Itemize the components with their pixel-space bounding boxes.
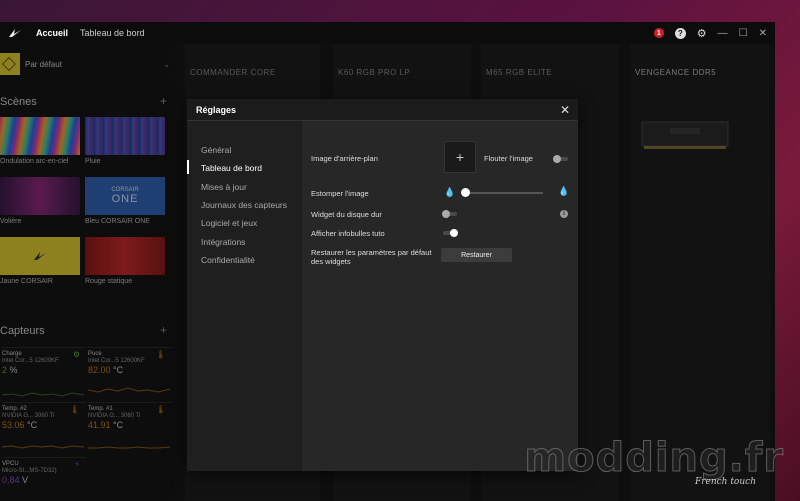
title-bar: Accueil Tableau de bord 1 ? ⚙ — ☐ ✕ bbox=[0, 22, 775, 44]
nav-item-confidentialite[interactable]: Confidentialité bbox=[201, 255, 255, 265]
disk-widget-toggle[interactable] bbox=[442, 210, 457, 218]
plus-icon: + bbox=[455, 149, 465, 165]
tooltips-label: Afficher infobulles tuto bbox=[311, 229, 385, 238]
toggle-knob bbox=[450, 229, 458, 237]
nav-item-tableau-de-bord[interactable]: Tableau de bord bbox=[201, 163, 262, 173]
nav-item-journaux-capteurs[interactable]: Journaux des capteurs bbox=[201, 200, 287, 210]
nav-item-logiciel-jeux[interactable]: Logiciel et jeux bbox=[201, 218, 257, 228]
info-icon[interactable]: i bbox=[560, 210, 568, 218]
close-window-button[interactable]: ✕ bbox=[759, 28, 767, 39]
modal-title: Réglages bbox=[196, 104, 237, 115]
nav-item-mises-a-jour[interactable]: Mises à jour bbox=[201, 182, 247, 192]
corsair-logo-icon bbox=[8, 28, 24, 38]
toggle-knob bbox=[553, 155, 561, 163]
modal-header: Réglages ✕ bbox=[187, 99, 578, 121]
help-icon[interactable]: ? bbox=[674, 27, 686, 39]
watermark-main: modding.fr bbox=[524, 435, 784, 482]
blur-image-label: Flouter l'image bbox=[484, 154, 533, 163]
fade-slider-handle[interactable] bbox=[461, 188, 470, 197]
tooltips-toggle[interactable] bbox=[443, 229, 458, 237]
maximize-button[interactable]: ☐ bbox=[739, 28, 748, 39]
tab-accueil[interactable]: Accueil bbox=[36, 28, 68, 38]
blur-image-toggle[interactable] bbox=[553, 155, 568, 163]
nav-item-integrations[interactable]: Intégrations bbox=[201, 237, 245, 247]
settings-gear-icon[interactable]: ⚙ bbox=[697, 27, 707, 40]
restore-widgets-label: Restaurer les paramètres par défaut bbox=[311, 248, 432, 257]
background-image-label: Image d'arrière-plan bbox=[311, 154, 378, 163]
close-icon[interactable]: ✕ bbox=[560, 103, 570, 117]
watermark: modding.fr French touch bbox=[524, 435, 784, 488]
active-nav-marker bbox=[187, 160, 189, 174]
settings-modal: Réglages ✕ Général Tableau de bord Mises… bbox=[187, 99, 578, 471]
disk-widget-label: Widget du disque dur bbox=[311, 210, 382, 219]
minimize-button[interactable]: — bbox=[718, 28, 728, 39]
nav-item-general[interactable]: Général bbox=[201, 145, 231, 155]
restore-button[interactable]: Restaurer bbox=[441, 248, 512, 262]
settings-content: Image d'arrière-plan + Flouter l'image E… bbox=[302, 121, 578, 471]
settings-nav: Général Tableau de bord Mises à jour Jou… bbox=[187, 121, 302, 471]
fade-slider-track[interactable] bbox=[463, 192, 543, 194]
tab-tableau-de-bord[interactable]: Tableau de bord bbox=[80, 28, 145, 38]
toggle-knob bbox=[442, 210, 450, 218]
drop-large-icon: 💧 bbox=[558, 186, 570, 196]
add-background-image-button[interactable]: + bbox=[444, 141, 476, 173]
restore-widgets-label-line2: des widgets bbox=[311, 257, 351, 266]
fade-image-label: Estomper l'image bbox=[311, 189, 369, 198]
notification-badge[interactable]: 1 bbox=[653, 28, 664, 38]
drop-small-icon: 💧 bbox=[444, 187, 456, 197]
app-window: Accueil Tableau de bord 1 ? ⚙ — ☐ ✕ Par … bbox=[0, 22, 775, 501]
